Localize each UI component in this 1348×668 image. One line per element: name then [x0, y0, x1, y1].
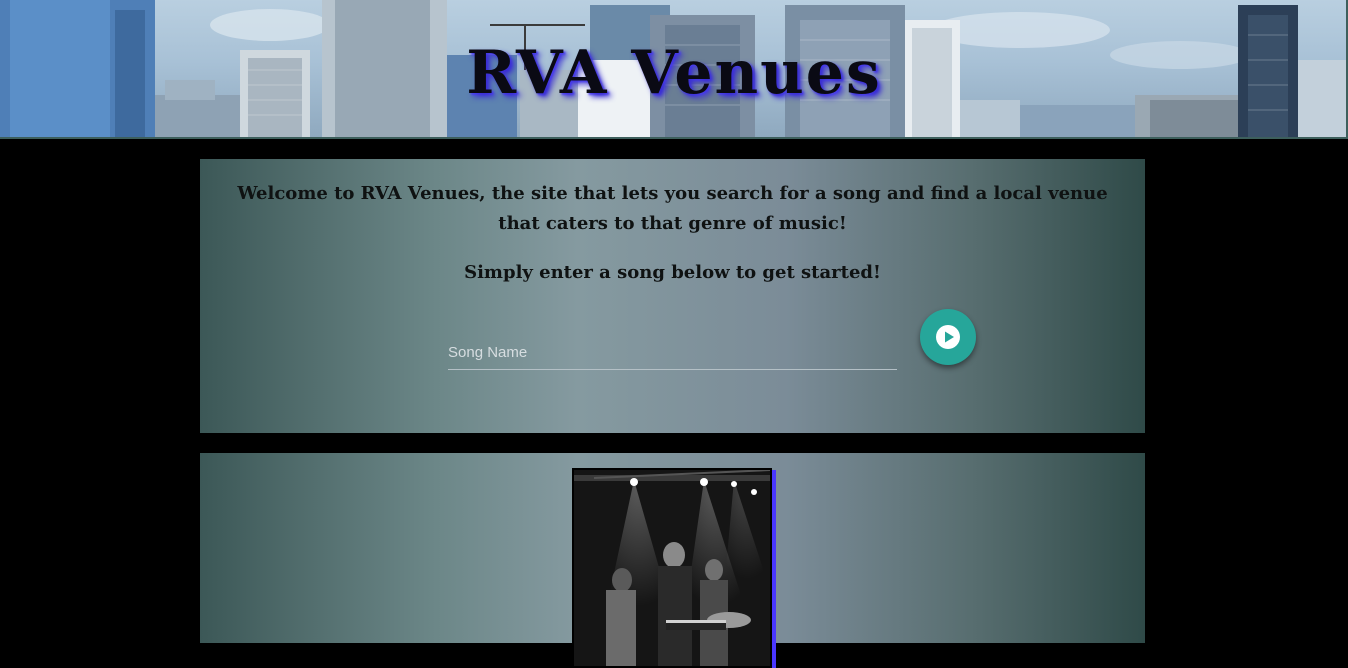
- play-circle-icon: [936, 325, 960, 349]
- song-name-input[interactable]: [448, 336, 897, 370]
- instruction-message: Simply enter a song below to get started…: [464, 262, 881, 283]
- concert-photo: [572, 468, 772, 668]
- search-submit-button[interactable]: [920, 309, 976, 365]
- results-card: [200, 453, 1145, 668]
- header-banner: RVA Venues: [0, 0, 1348, 139]
- welcome-message: Welcome to RVA Venues, the site that let…: [237, 183, 1108, 234]
- search-card: Welcome to RVA Venues, the site that let…: [200, 159, 1145, 433]
- site-title: RVA Venues: [466, 38, 882, 108]
